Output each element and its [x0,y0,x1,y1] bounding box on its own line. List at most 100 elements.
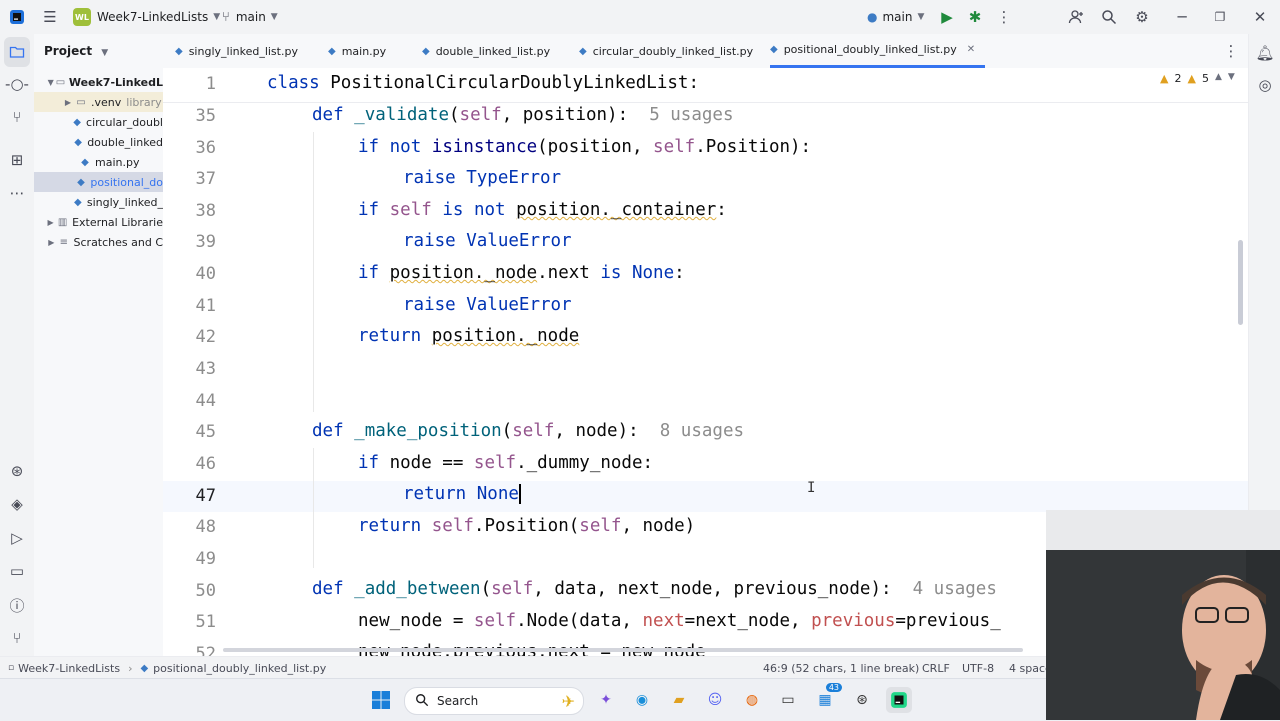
tree-item-file[interactable]: ◆ double_linked [34,132,163,152]
tree-item-external-libraries[interactable]: ▶ ▥ External Librarie [34,212,163,232]
line-number: 40 [195,264,216,284]
firefox-icon[interactable]: ◍ [739,687,765,713]
search-icon[interactable] [1093,0,1125,34]
tree-item-file[interactable]: ◆ circular_doubl [34,112,163,132]
tree-item-file[interactable]: ◆ main.py [34,152,163,172]
pycharm-logo-icon[interactable] [2,0,32,34]
github-desktop-icon[interactable]: ⊛ [849,687,875,713]
line-number: 49 [195,549,216,569]
tab-options-icon[interactable]: ⋮ [1215,34,1247,68]
title-bar: ☰ WL Week7-LinkedLists ▼ ⑂ main ▼ ● main… [0,0,1280,34]
chevron-down-icon: ▼ [213,12,221,22]
more-tools-icon[interactable]: ⋯ [0,178,34,208]
ai-assistant-icon[interactable]: ◎ [1249,70,1280,100]
line-separator[interactable]: CRLF [922,657,950,679]
python-file-icon: ◆ [422,45,430,57]
tab-circular-doubly-linked-list[interactable]: ◆ circular_doubly_linked_list.py [579,34,753,68]
edge-browser-icon[interactable]: ◉ [629,687,655,713]
tree-item-file-selected[interactable]: ◆ positional_do [34,172,163,192]
file-encoding[interactable]: UTF-8 [962,657,994,679]
code-line: return position._node [358,326,580,346]
services-icon[interactable]: ▷ [0,523,34,553]
project-name: Week7-LinkedLists [97,10,209,24]
library-icon: ▥ [57,216,68,228]
vertical-scrollbar[interactable] [1238,240,1243,325]
git-icon[interactable]: ⑂ [0,623,34,653]
tree-item-label: External Librarie [72,215,163,229]
discord-icon[interactable]: ☺ [702,687,728,713]
line-number: 52 [195,644,216,656]
pull-requests-icon[interactable]: ⑂ [0,102,34,132]
tree-item-label: circular_doubl [86,115,163,129]
tab-singly-linked-list[interactable]: ◆ singly_linked_list.py [175,34,298,68]
add-user-icon[interactable] [1060,0,1092,34]
restore-icon[interactable]: ❐ [1204,0,1236,34]
terminal-icon[interactable]: ▭ [0,556,34,586]
tree-item-label: positional_do [90,175,163,189]
minimize-icon[interactable]: ─ [1166,0,1198,34]
main-menu-icon[interactable]: ☰ [34,0,66,34]
breadcrumb-file[interactable]: positional_doubly_linked_list.py [153,662,326,675]
windows-start-icon[interactable] [368,687,394,713]
project-tool-icon[interactable] [4,37,30,67]
code-line: if position._node.next is None: [358,263,685,283]
tab-positional-doubly-linked-list[interactable]: ◆ positional_doubly_linked_list.py ✕ [770,34,986,68]
chevron-up-icon[interactable]: ▲ [1215,72,1222,85]
tree-item-venv[interactable]: ▶ ▭ .venv library [34,92,163,112]
terminal-app-icon[interactable]: ▭ [775,687,801,713]
file-explorer-icon[interactable]: ▰ [666,687,692,713]
taskbar-search[interactable]: Search ✈ [404,687,584,715]
line-number: 35 [195,106,216,126]
indent-guide [313,448,314,568]
pycharm-taskbar-icon[interactable] [886,687,912,713]
commit-icon[interactable]: -○- [0,69,34,99]
breadcrumb[interactable]: ▫ Week7-LinkedLists › ◆ positional_doubl… [8,657,326,679]
line-number: 48 [195,517,216,537]
close-icon[interactable]: ✕ [1244,0,1276,34]
tree-item-label: Scratches and C [73,235,164,249]
store-app-icon[interactable]: ▦ 43 [812,683,842,713]
tree-item-label: .venv [91,95,122,109]
inspection-widget[interactable]: ▲ 2 ▲ 5 ▲ ▼ [1160,72,1235,85]
usages-hint[interactable]: 4 usages [913,579,997,599]
tab-label: double_linked_list.py [435,44,551,58]
debug-icon[interactable]: ✱ [959,0,991,34]
vcs-branch-widget[interactable]: ⑂ main ▼ [222,0,278,34]
notifications-icon[interactable]: 🔔︎ [1249,38,1280,68]
layers-icon[interactable]: ◈ [0,489,34,519]
more-actions-icon[interactable]: ⋮ [988,0,1020,34]
line-number: 50 [195,581,216,601]
project-panel-header[interactable]: Project ▼ [44,44,108,58]
line-number: 41 [195,296,216,316]
usages-hint[interactable]: 8 usages [660,421,744,441]
tab-double-linked-list[interactable]: ◆ double_linked_list.py [422,34,550,68]
line-number: 43 [195,359,216,379]
tree-item-scratches[interactable]: ▶ ≡ Scratches and C [34,232,163,252]
copilot-icon[interactable]: ✦ [593,687,619,713]
horizontal-scrollbar[interactable] [223,648,1023,652]
python-packages-icon[interactable]: ⊛ [0,456,34,486]
structure-icon[interactable]: ⊞ [0,145,34,175]
tree-item-label: Week7-LinkedL [68,75,163,89]
project-switcher[interactable]: WL Week7-LinkedLists ▼ [73,0,220,34]
caret-position[interactable]: 46:9 (52 chars, 1 line break) [763,657,919,679]
tree-item-root[interactable]: ▼ ▭ Week7-LinkedL [34,72,163,92]
tab-main[interactable]: ◆ main.py [328,34,386,68]
tree-item-file[interactable]: ◆ singly_linked_ [34,192,163,212]
webcam-person-image [1046,510,1280,720]
search-label: Search [437,694,479,708]
weak-warning-count: 5 [1201,72,1209,85]
code-line: if self is not position._container: [358,200,727,220]
sticky-lines-header[interactable]: 1 class PositionalCircularDoublyLinkedLi… [163,68,1248,103]
code-line: def _add_between(self, data, next_node, … [312,579,997,599]
code-line: raise ValueError [403,295,572,315]
tab-label: main.py [341,44,387,58]
run-config-selector[interactable]: ● main ▼ [867,0,924,34]
problems-icon[interactable]: ⓘ [0,590,34,620]
chevron-down-icon[interactable]: ▼ [1228,72,1235,85]
chevron-right-icon: › [128,661,133,675]
usages-hint[interactable]: 5 usages [649,105,733,125]
settings-gear-icon[interactable]: ⚙ [1126,0,1158,34]
breadcrumb-project[interactable]: Week7-LinkedLists [18,662,120,675]
close-tab-icon[interactable]: ✕ [967,44,975,55]
